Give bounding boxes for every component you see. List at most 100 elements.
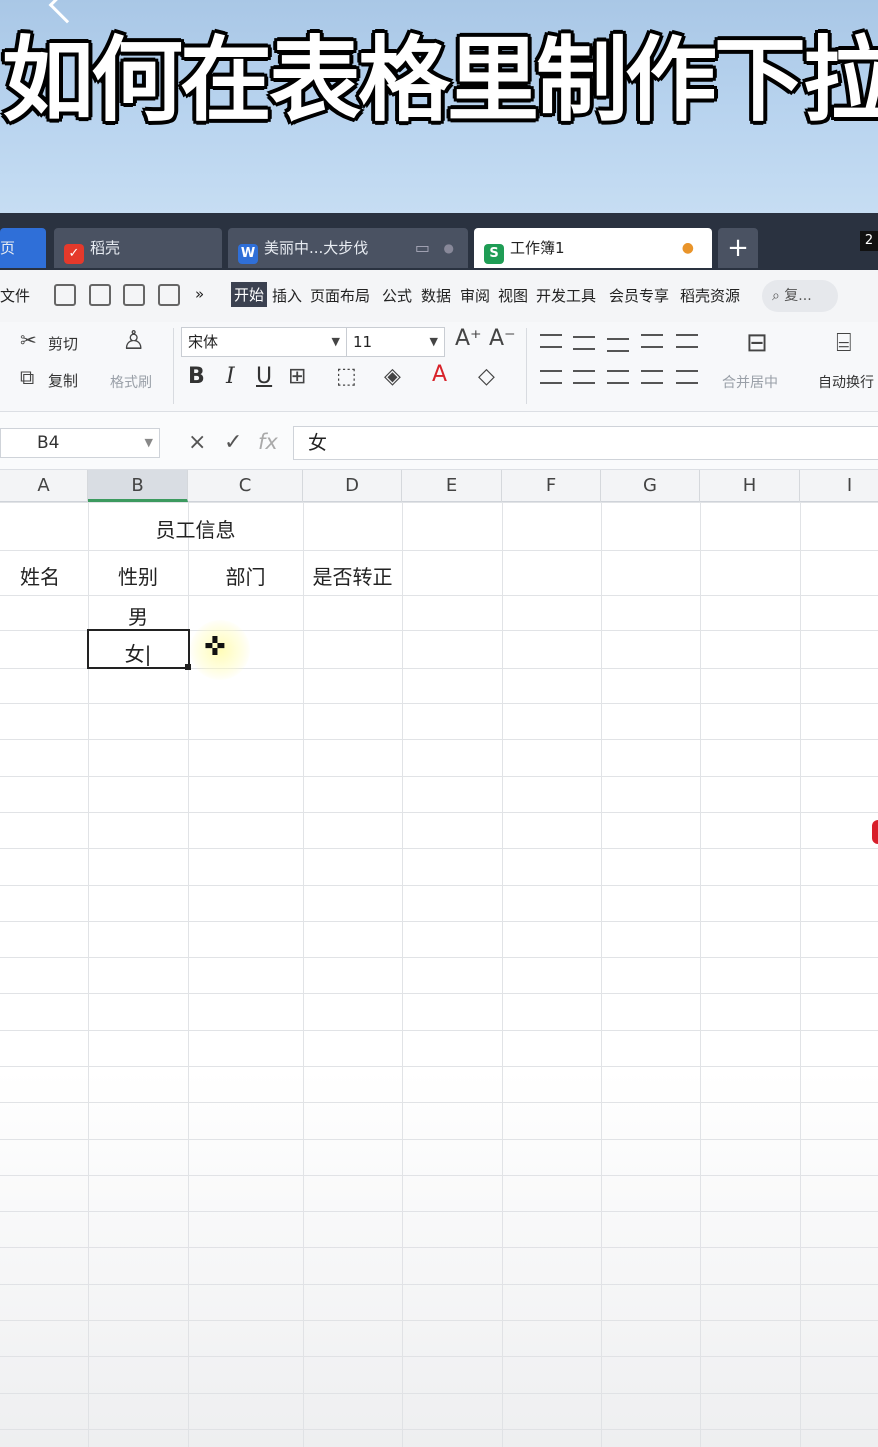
menu-developer[interactable]: 开发工具 [536,285,596,306]
tab-docer-label: 稻壳 [90,239,121,257]
grid-row-line [0,812,878,813]
cut-button[interactable]: 剪切 [48,333,78,354]
new-tab-button[interactable]: + [718,228,758,268]
formula-content: 女 [308,432,328,454]
border-icon[interactable]: ⊞ [288,364,306,389]
menu-review[interactable]: 审阅 [460,285,490,306]
ribbon-toolbar: ✂ 剪切 ⧉ 复制 ♙ 格式刷 宋体 ▼ 11 ▼ A⁺ A⁻ B I U ⊞ … [0,322,878,412]
floating-red-marker [872,820,878,844]
menu-docer-resources[interactable]: 稻壳资源 [680,285,740,306]
menu-page-layout[interactable]: 页面布局 [310,285,370,306]
tab-workbook[interactable]: S 工作簿1 ● [474,228,712,268]
tab-home[interactable]: 页 [0,228,46,268]
cell-style-icon[interactable]: ⬚ [336,364,357,389]
column-header-A[interactable]: A [0,470,88,502]
column-header-G[interactable]: G [601,470,700,502]
copy-button[interactable]: 复制 [48,370,78,391]
menu-view[interactable]: 视图 [498,285,528,306]
grid-row-line [0,739,878,740]
grid-row-line [0,957,878,958]
cell-B1-title[interactable]: 员工信息 [88,514,303,543]
underline-button[interactable]: U [256,364,272,389]
menu-home[interactable]: 开始 [231,282,268,307]
chevron-down-icon: ▼ [429,335,438,348]
column-header-B[interactable]: B [88,470,188,502]
print-preview-icon[interactable] [158,284,180,306]
cell-C2-header[interactable]: 部门 [188,561,303,590]
indent-increase-icon[interactable] [676,334,698,348]
distributed-icon[interactable] [676,370,698,384]
column-header-D[interactable]: D [303,470,402,502]
search-input[interactable]: ⌕ 复... [762,280,838,312]
fill-color-icon[interactable]: ◈ [384,364,401,389]
font-color-icon[interactable]: A [432,362,447,387]
spreadsheet-grid[interactable]: A B C D E F G H I 员工信息 姓名 性别 部门 是否转正 男 女… [0,470,878,1447]
column-header-C[interactable]: C [188,470,303,502]
font-name-select[interactable]: 宋体 ▼ [181,327,347,357]
grid-row-line [0,776,878,777]
docer-logo-icon: ✓ [64,244,84,264]
grid-row-line [0,1102,878,1103]
grid-row-line [0,1356,878,1357]
tab-docer[interactable]: ✓ 稻壳 [54,228,222,268]
export-icon[interactable] [89,284,111,306]
justify-icon[interactable] [641,370,663,384]
name-box[interactable]: B4 ▼ [0,428,160,458]
merge-center-button[interactable]: 合并居中 [722,372,778,392]
cell-A2-header[interactable]: 姓名 [0,561,80,590]
cell-B3[interactable]: 男 [88,601,188,630]
italic-button[interactable]: I [226,364,235,389]
grid-column-line [700,502,701,1447]
menu-formulas[interactable]: 公式 [382,285,412,306]
align-center-icon[interactable] [573,370,595,384]
grid-column-line [303,502,304,1447]
plus-icon: + [727,233,749,263]
grid-column-line [800,502,801,1447]
cell-select-cursor-icon: ✜ [204,632,226,662]
wrap-text-button[interactable]: 自动换行 [818,372,874,392]
more-quick-access[interactable]: » [195,285,204,303]
cancel-edit-icon[interactable]: × [188,430,206,455]
font-name-value: 宋体 [188,333,219,351]
tab-document[interactable]: W 美丽中...大步伐 ▭ ● [228,228,468,268]
cell-B2-header[interactable]: 性别 [88,561,188,590]
grid-row-line [0,1429,878,1430]
align-right-icon[interactable] [607,370,629,384]
column-header-H[interactable]: H [700,470,800,502]
formula-input[interactable]: 女 [293,426,878,460]
menu-member[interactable]: 会员专享 [609,285,669,306]
align-top-icon[interactable] [540,334,562,348]
eraser-icon[interactable]: ◇ [478,364,495,389]
indent-decrease-icon[interactable] [641,334,663,348]
cell-D2-header[interactable]: 是否转正 [303,561,402,590]
menu-insert[interactable]: 插入 [272,285,302,306]
window-tab-bar: 页 ✓ 稻壳 W 美丽中...大步伐 ▭ ● S 工作簿1 ● + 2 [0,213,878,270]
decrease-font-icon[interactable]: A⁻ [489,326,516,351]
copy-icon: ⧉ [20,365,35,389]
menu-file[interactable]: 文件 [0,285,30,306]
save-icon[interactable] [54,284,76,306]
align-left-icon[interactable] [540,370,562,384]
cell-B4-editing[interactable]: 女| [88,638,188,667]
fill-handle[interactable] [185,664,191,670]
back-arrow-icon[interactable] [48,0,86,24]
column-header-F[interactable]: F [502,470,601,502]
grid-row-line [0,595,878,596]
tab-workbook-label: 工作簿1 [510,239,565,257]
align-middle-icon[interactable] [573,336,595,350]
cell-reference: B4 [37,433,60,453]
align-bottom-icon[interactable] [607,338,629,352]
grid-row-line [0,703,878,704]
monitor-icon[interactable]: ▭ [415,228,430,268]
confirm-edit-icon[interactable]: ✓ [224,430,242,455]
format-painter-button[interactable]: 格式刷 [110,372,152,392]
increase-font-icon[interactable]: A⁺ [455,326,482,351]
font-size-select[interactable]: 11 ▼ [346,327,445,357]
menu-data[interactable]: 数据 [421,285,451,306]
grid-row-line [0,1175,878,1176]
column-header-I[interactable]: I [800,470,878,502]
bold-button[interactable]: B [188,364,205,389]
column-header-E[interactable]: E [402,470,502,502]
print-icon[interactable] [123,284,145,306]
insert-function-icon[interactable]: fx [258,430,278,454]
